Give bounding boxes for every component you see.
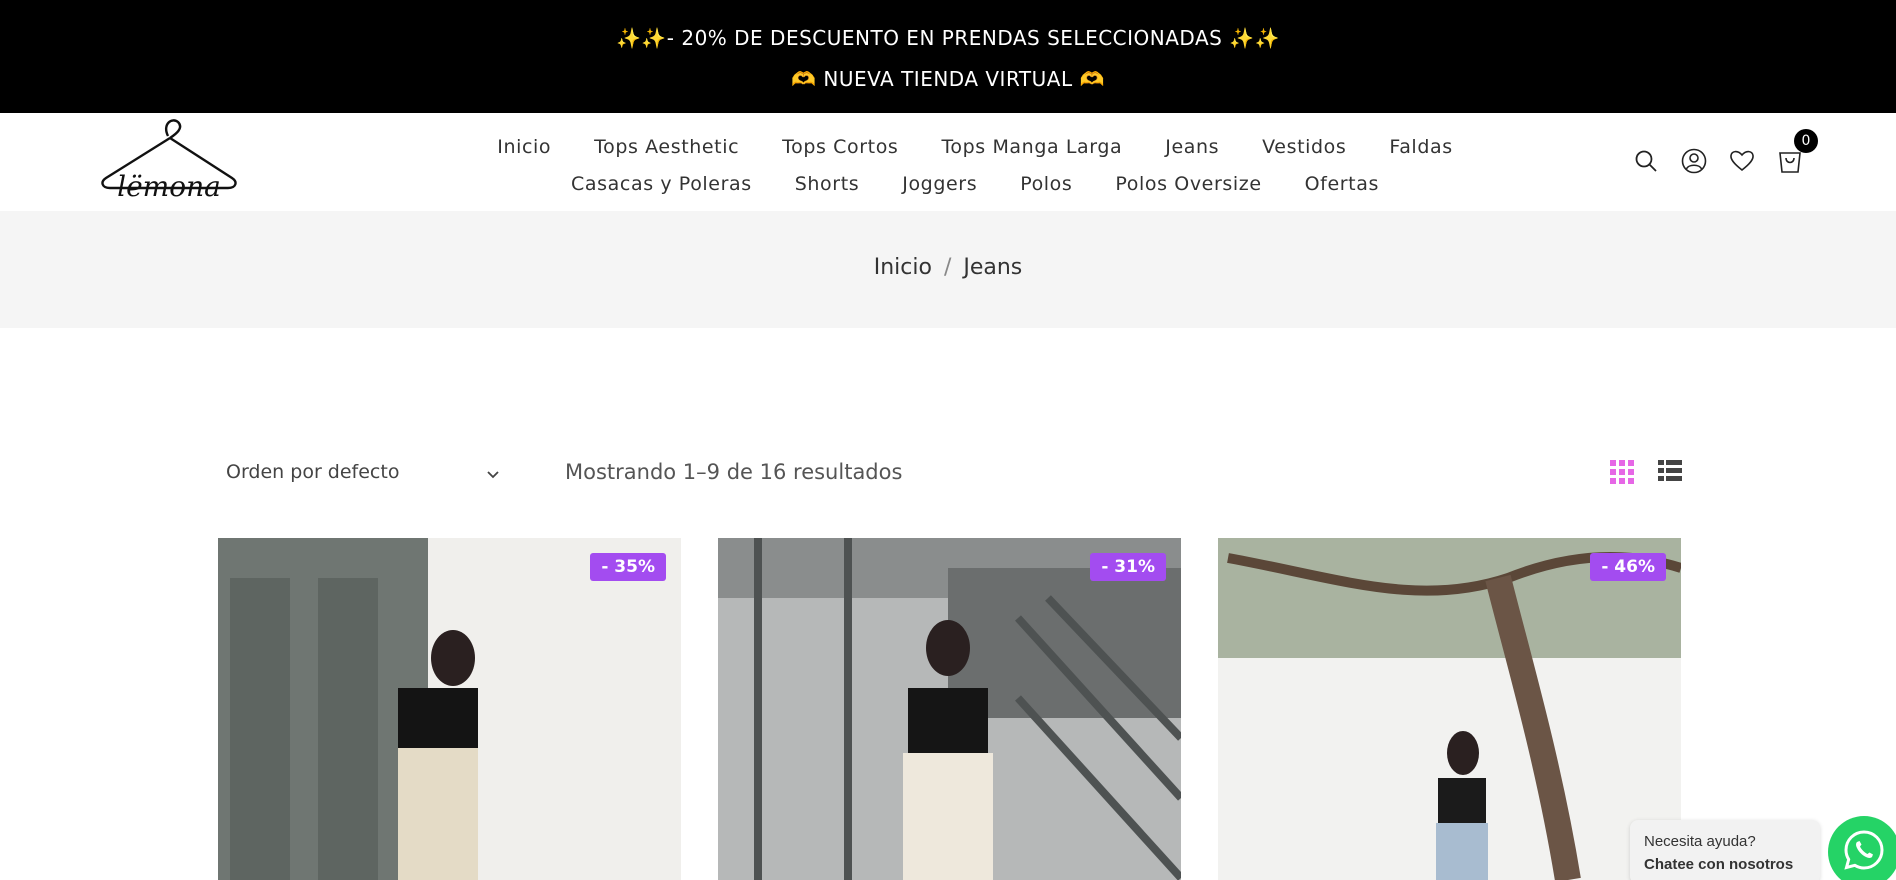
- whatsapp-button[interactable]: [1828, 816, 1896, 880]
- breadcrumb: Inicio / Jeans: [0, 255, 1896, 280]
- cart-count-badge: 0: [1794, 129, 1818, 153]
- nav-item-inicio[interactable]: Inicio: [497, 136, 551, 158]
- nav-row-secondary: Casacas y Poleras Shorts Joggers Polos Polos…: [440, 165, 1510, 202]
- site-header: lëmona Inicio Tops Aesthetic Tops Cortos To…: [0, 113, 1896, 211]
- chat-prompt-prefix: Necesita ayuda?: [1644, 833, 1756, 850]
- nav-item-casacas-y-poleras[interactable]: Casacas y Poleras: [571, 173, 752, 195]
- discount-badge: - 46%: [1590, 553, 1666, 581]
- discount-badge: - 31%: [1090, 553, 1166, 581]
- product-card[interactable]: - 31%: [718, 538, 1181, 880]
- nav-item-vestidos[interactable]: Vestidos: [1262, 136, 1346, 158]
- announcement-bar: ✨✨- 20% DE DESCUENTO EN PRENDAS SELECCIO…: [0, 0, 1896, 113]
- site-logo[interactable]: lëmona: [98, 116, 240, 204]
- announcement-new-store: 🫶 NUEVA TIENDA VIRTUAL 🫶: [791, 67, 1105, 91]
- whatsapp-icon: [1842, 828, 1886, 876]
- nav-item-tops-cortos[interactable]: Tops Cortos: [782, 136, 898, 158]
- nav-item-joggers[interactable]: Joggers: [902, 173, 977, 195]
- breadcrumb-separator: /: [943, 255, 952, 280]
- results-count: Mostrando 1–9 de 16 resultados: [565, 460, 903, 484]
- header-actions: 0: [1632, 129, 1818, 175]
- nav-item-tops-manga-larga[interactable]: Tops Manga Larga: [941, 136, 1122, 158]
- chat-prompt-cta: Chatee con nosotros: [1644, 856, 1794, 873]
- product-image: [1218, 538, 1681, 880]
- product-card[interactable]: - 46%: [1218, 538, 1681, 880]
- grid-view-icon[interactable]: [1610, 460, 1634, 488]
- product-image: [218, 538, 681, 880]
- main-nav: Inicio Tops Aesthetic Tops Cortos Tops Mang…: [440, 128, 1510, 202]
- breadcrumb-band: Inicio / Jeans: [0, 211, 1896, 328]
- nav-item-polos-oversize[interactable]: Polos Oversize: [1115, 173, 1261, 195]
- shop-toolbar: Orden por defecto Mostrando 1–9 de 16 re…: [218, 455, 1682, 491]
- nav-item-polos[interactable]: Polos: [1020, 173, 1072, 195]
- sort-select[interactable]: Orden por defecto: [218, 455, 510, 491]
- sort-select-value: Orden por defecto: [226, 461, 400, 483]
- breadcrumb-home[interactable]: Inicio: [874, 255, 932, 280]
- nav-item-ofertas[interactable]: Ofertas: [1305, 173, 1379, 195]
- nav-row-primary: Inicio Tops Aesthetic Tops Cortos Tops Mang…: [440, 128, 1510, 165]
- nav-item-faldas[interactable]: Faldas: [1389, 136, 1452, 158]
- logo-text: lëmona: [117, 170, 221, 203]
- nav-item-tops-aesthetic[interactable]: Tops Aesthetic: [594, 136, 739, 158]
- heart-icon[interactable]: [1728, 147, 1756, 175]
- search-icon[interactable]: [1632, 147, 1660, 175]
- announcement-discount: ✨✨- 20% DE DESCUENTO EN PRENDAS SELECCIO…: [615, 26, 1281, 50]
- user-icon[interactable]: [1680, 147, 1708, 175]
- chat-prompt[interactable]: Necesita ayuda? Chatee con nosotros: [1630, 820, 1820, 880]
- chevron-down-icon: [486, 465, 500, 484]
- discount-badge: - 35%: [590, 553, 666, 581]
- nav-item-jeans[interactable]: Jeans: [1165, 136, 1219, 158]
- list-view-icon[interactable]: [1658, 460, 1682, 486]
- product-image: [718, 538, 1181, 880]
- product-card[interactable]: - 35%: [218, 538, 681, 880]
- breadcrumb-current: Jeans: [963, 255, 1023, 280]
- nav-item-shorts[interactable]: Shorts: [795, 173, 860, 195]
- cart-icon[interactable]: 0: [1776, 129, 1818, 175]
